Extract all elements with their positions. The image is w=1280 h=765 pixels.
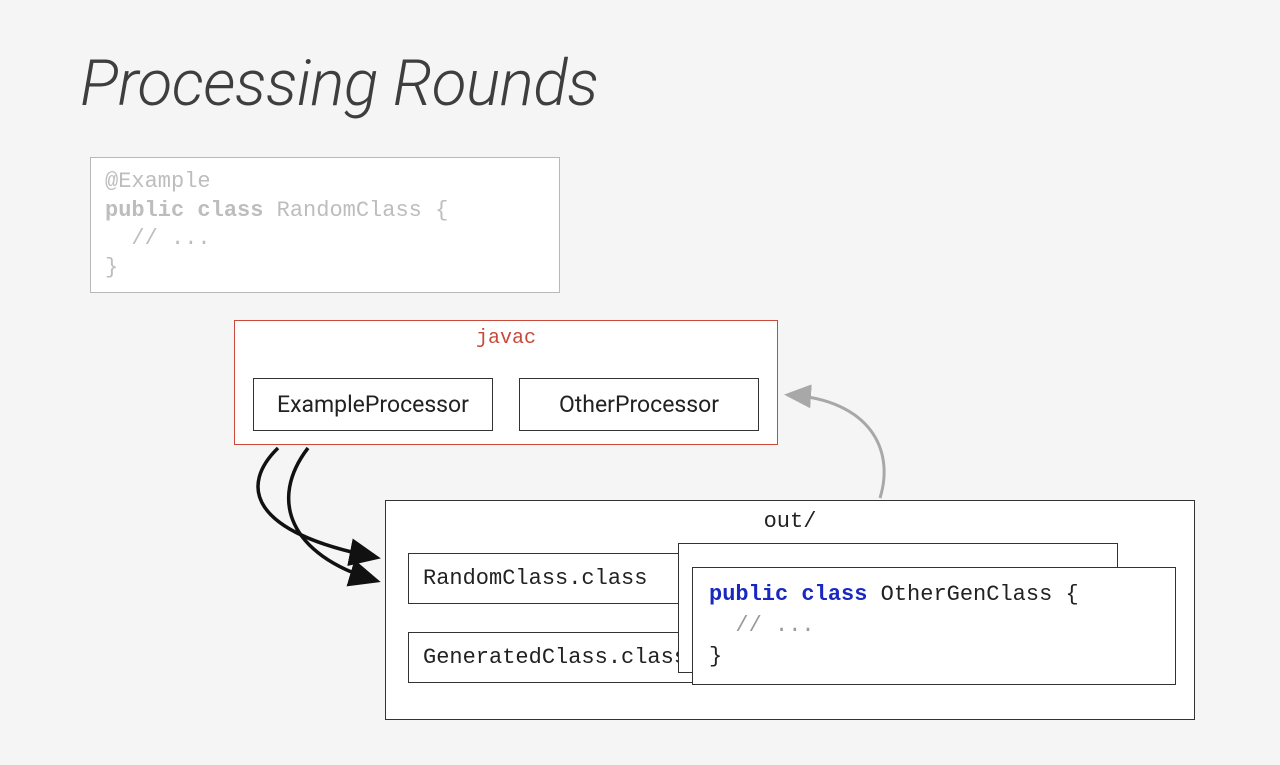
output-box: out/ RandomClass.class GeneratedClass.cl… xyxy=(385,500,1195,720)
kw-class: class xyxy=(197,198,263,223)
kw-public: public xyxy=(105,198,184,223)
arrow-out-to-javac xyxy=(790,395,884,498)
out-label: out/ xyxy=(386,509,1194,534)
javac-box: javac ExampleProcessor OtherProcessor xyxy=(234,320,778,445)
src-comment: // ... xyxy=(105,225,545,254)
class-file: RandomClass.class xyxy=(408,553,702,604)
code-card-front: public class OtherGenClass { // ... } xyxy=(692,567,1176,685)
gen-close: } xyxy=(709,642,1159,673)
source-decl: public class RandomClass { xyxy=(105,197,545,226)
generated-code-stack: public class OtherGenClass { // ... } xyxy=(678,543,1178,703)
kw-class: class xyxy=(801,582,867,607)
kw-public: public xyxy=(709,582,788,607)
gen-decl: public class OtherGenClass { xyxy=(709,580,1159,611)
src-classname: RandomClass { xyxy=(277,198,449,223)
src-close: } xyxy=(105,254,545,283)
source-code-box: @Example public class RandomClass { // .… xyxy=(90,157,560,293)
javac-label: javac xyxy=(235,327,777,350)
processor-box: ExampleProcessor xyxy=(253,378,493,431)
arrow-javac-to-out-1 xyxy=(258,448,374,557)
gen-comment: // ... xyxy=(709,611,1159,642)
gen-classname: OtherGenClass { xyxy=(881,582,1079,607)
source-annotation: @Example xyxy=(105,168,545,197)
arrow-javac-to-out-2 xyxy=(289,448,374,580)
slide-title: Processing Rounds xyxy=(80,46,598,121)
class-file: GeneratedClass.class xyxy=(408,632,702,683)
processor-box: OtherProcessor xyxy=(519,378,759,431)
